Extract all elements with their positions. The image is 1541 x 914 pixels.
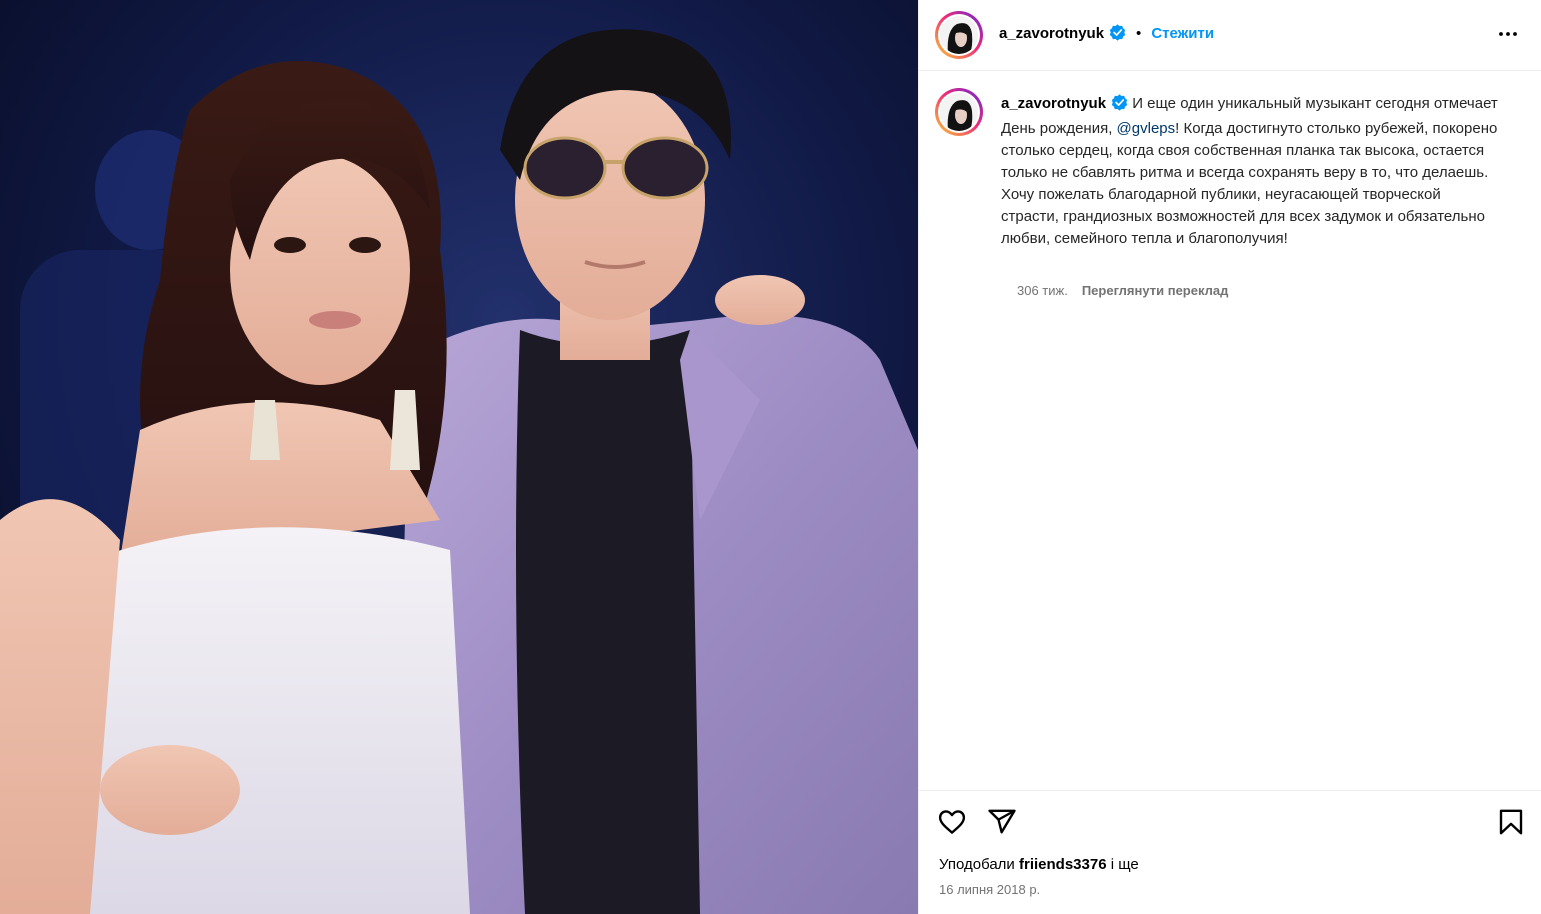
bookmark-icon[interactable] [1496, 807, 1526, 837]
verified-badge-icon [1109, 24, 1126, 46]
follow-button[interactable]: Стежити [1151, 25, 1214, 42]
caption-meta: 306 тиж. Переглянути переклад [1017, 283, 1228, 298]
header-username[interactable]: a_zavorotnyuk [999, 25, 1104, 42]
photo-illustration [0, 0, 918, 914]
avatar-image-icon [940, 16, 978, 54]
post-photo [0, 0, 918, 914]
author-avatar[interactable] [935, 11, 983, 59]
liked-by-username[interactable]: friiends3376 [1019, 856, 1107, 873]
post-date[interactable]: 16 липня 2018 р. [939, 882, 1040, 897]
likes-suffix[interactable]: і ще [1111, 856, 1139, 873]
verified-badge-icon [1111, 94, 1128, 118]
header-identity: a_zavorotnyuk • Стежити [999, 24, 1214, 46]
caption-body-end: ! Когда достигнуто столько рубежей, поко… [1001, 120, 1498, 247]
mention-link[interactable]: @gvleps [1117, 120, 1176, 137]
action-bar [919, 790, 1541, 850]
post-header: a_zavorotnyuk • Стежити [919, 0, 1541, 71]
caption-username[interactable]: a_zavorotnyuk [1001, 95, 1106, 112]
see-translation-link[interactable]: Переглянути переклад [1082, 283, 1229, 298]
more-options-icon[interactable] [1496, 22, 1520, 46]
avatar-image-icon [940, 93, 978, 131]
post-side-panel: a_zavorotnyuk • Стежити a_zavorotnyuk И … [918, 0, 1541, 914]
heart-icon[interactable] [937, 807, 967, 837]
likes-summary: Уподобали friiends3376 і ще [939, 856, 1139, 873]
header-separator: • [1136, 25, 1142, 42]
likes-prefix: Уподобали [939, 856, 1015, 873]
caption-author-avatar[interactable] [935, 88, 983, 136]
time-ago: 306 тиж. [1017, 283, 1068, 298]
share-icon[interactable] [987, 807, 1017, 837]
caption-text: a_zavorotnyuk И еще один уникальный музы… [1001, 93, 1501, 250]
